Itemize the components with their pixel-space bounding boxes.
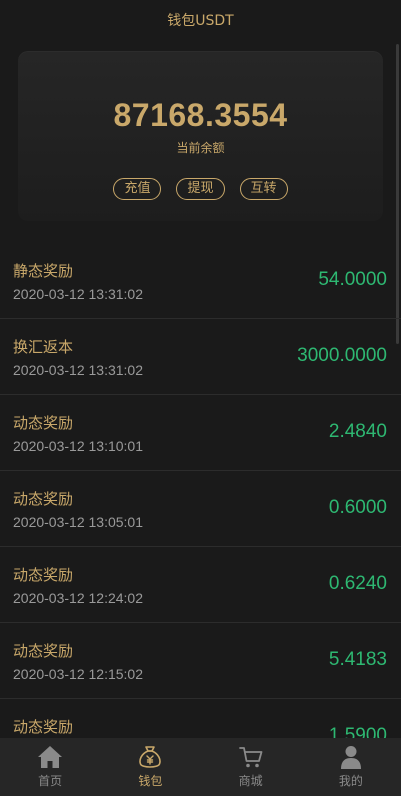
transfer-button[interactable]: 互转 (239, 178, 288, 200)
record-title: 动态奖励 (13, 718, 74, 736)
list-item[interactable]: 动态奖励 2020-03-12 13:05:01 0.6000 (0, 471, 401, 547)
cart-icon (238, 747, 263, 768)
record-title: 动态奖励 (13, 414, 74, 432)
balance-label: 当前余额 (176, 141, 225, 155)
record-time: 2020-03-12 13:10:01 (13, 438, 143, 454)
tab-label: 钱包 (138, 774, 163, 788)
record-amount: 3000.0000 (297, 345, 387, 366)
record-amount: 54.0000 (318, 269, 387, 290)
tab-label: 我的 (338, 774, 363, 788)
record-amount: 2.4840 (328, 421, 387, 442)
withdraw-button[interactable]: 提现 (176, 178, 225, 200)
recharge-button[interactable]: 充值 (113, 178, 162, 200)
record-title: 静态奖励 (13, 262, 74, 280)
balance-amount: 87168.3554 (113, 97, 288, 133)
tab-mall[interactable]: 商城 (201, 738, 301, 796)
bottom-tab-bar: 首页 钱包 商城 我的 (0, 738, 401, 796)
tab-wallet[interactable]: 钱包 (100, 738, 200, 796)
home-icon (38, 746, 63, 768)
record-title: 换汇返本 (13, 338, 74, 356)
record-time: 2020-03-12 12:24:02 (13, 590, 143, 606)
record-time: 2020-03-12 12:15:02 (13, 666, 143, 682)
record-title: 动态奖励 (13, 642, 74, 660)
list-item[interactable]: 动态奖励 2020-03-12 12:24:02 0.6240 (0, 547, 401, 623)
record-time: 2020-03-12 13:31:02 (13, 362, 143, 378)
app-header: 钱包USDT (0, 0, 401, 40)
user-icon (340, 746, 361, 769)
tab-label: 首页 (38, 774, 63, 788)
record-amount: 0.6240 (328, 573, 387, 594)
tab-home[interactable]: 首页 (0, 738, 100, 796)
transaction-list: 静态奖励 2020-03-12 13:31:02 54.0000 换汇返本 20… (0, 243, 401, 775)
balance-card: 87168.3554 当前余额 充值 提现 互转 (18, 51, 383, 221)
tab-mine[interactable]: 我的 (301, 738, 401, 796)
record-time: 2020-03-12 13:05:01 (13, 514, 143, 530)
record-amount: 5.4183 (328, 649, 387, 670)
page-title: 钱包USDT (167, 13, 234, 29)
list-item[interactable]: 动态奖励 2020-03-12 12:15:02 5.4183 (0, 623, 401, 699)
list-item[interactable]: 动态奖励 2020-03-12 13:10:01 2.4840 (0, 395, 401, 471)
list-item[interactable]: 换汇返本 2020-03-12 13:31:02 3000.0000 (0, 319, 401, 395)
balance-actions: 充值 提现 互转 (18, 178, 383, 200)
tab-label: 商城 (238, 774, 263, 788)
money-bag-icon (139, 746, 162, 768)
record-title: 动态奖励 (13, 566, 74, 584)
record-title: 动态奖励 (13, 490, 74, 508)
list-item[interactable]: 静态奖励 2020-03-12 13:31:02 54.0000 (0, 243, 401, 319)
record-amount: 0.6000 (328, 497, 387, 518)
record-time: 2020-03-12 13:31:02 (13, 286, 143, 302)
